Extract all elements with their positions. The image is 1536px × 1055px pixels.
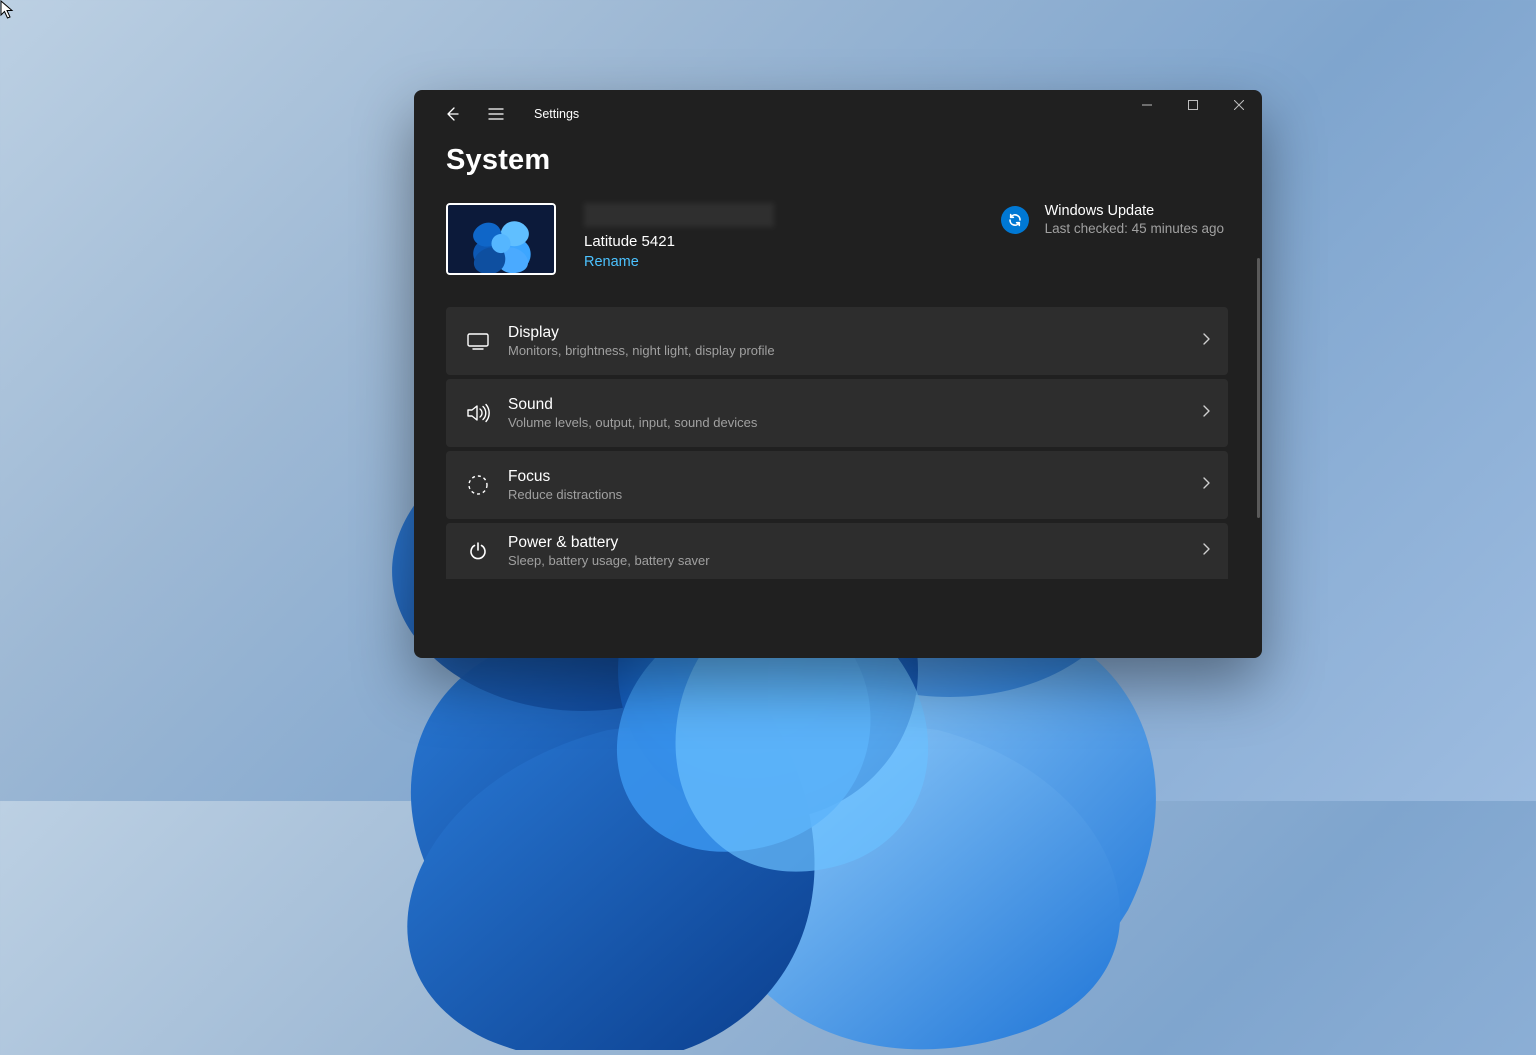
item-subtitle: Sleep, battery usage, battery saver xyxy=(508,553,1200,568)
item-title: Sound xyxy=(508,396,1200,414)
settings-item-sound[interactable]: Sound Volume levels, output, input, soun… xyxy=(446,379,1228,447)
app-title: Settings xyxy=(534,107,579,121)
settings-item-display[interactable]: Display Monitors, brightness, night ligh… xyxy=(446,307,1228,375)
titlebar: Settings xyxy=(414,90,1262,138)
page-title: System xyxy=(446,144,1230,177)
item-title: Display xyxy=(508,324,1200,342)
minimize-button[interactable] xyxy=(1124,90,1170,120)
windows-update-block[interactable]: Windows Update Last checked: 45 minutes … xyxy=(1001,203,1224,236)
maximize-icon xyxy=(1188,100,1198,110)
wallpaper-thumbnail-icon xyxy=(448,205,554,274)
rename-link[interactable]: Rename xyxy=(584,254,639,270)
device-meta: Latitude 5421 Rename xyxy=(584,203,973,270)
item-title: Power & battery xyxy=(508,534,1200,552)
item-subtitle: Reduce distractions xyxy=(508,487,1200,502)
settings-item-power[interactable]: Power & battery Sleep, battery usage, ba… xyxy=(446,523,1228,579)
settings-window: Settings System xyxy=(414,90,1262,658)
power-icon xyxy=(462,541,494,561)
device-name-redacted xyxy=(584,203,774,227)
back-arrow-icon xyxy=(444,106,460,122)
display-icon xyxy=(462,332,494,350)
back-button[interactable] xyxy=(432,94,472,134)
close-button[interactable] xyxy=(1216,90,1262,120)
update-title: Windows Update xyxy=(1045,203,1224,219)
mouse-cursor-icon xyxy=(0,0,16,25)
update-sync-icon xyxy=(1001,206,1029,234)
scrollbar-thumb[interactable] xyxy=(1257,258,1260,518)
hamburger-icon xyxy=(488,107,504,121)
close-icon xyxy=(1234,100,1244,110)
chevron-right-icon xyxy=(1200,542,1212,560)
item-subtitle: Volume levels, output, input, sound devi… xyxy=(508,415,1200,430)
navigation-menu-button[interactable] xyxy=(476,94,516,134)
system-settings-list: Display Monitors, brightness, night ligh… xyxy=(446,307,1230,579)
chevron-right-icon xyxy=(1200,476,1212,494)
device-thumbnail[interactable] xyxy=(446,203,556,275)
maximize-button[interactable] xyxy=(1170,90,1216,120)
device-model: Latitude 5421 xyxy=(584,233,973,250)
chevron-right-icon xyxy=(1200,332,1212,350)
chevron-right-icon xyxy=(1200,404,1212,422)
settings-item-focus[interactable]: Focus Reduce distractions xyxy=(446,451,1228,519)
sound-icon xyxy=(462,403,494,423)
update-subtitle: Last checked: 45 minutes ago xyxy=(1045,221,1224,236)
content-area: System xyxy=(414,138,1262,658)
item-subtitle: Monitors, brightness, night light, displ… xyxy=(508,343,1200,358)
minimize-icon xyxy=(1142,100,1152,110)
item-title: Focus xyxy=(508,468,1200,486)
device-header-row: Latitude 5421 Rename Windows Update Last… xyxy=(446,203,1230,275)
focus-icon xyxy=(462,474,494,496)
